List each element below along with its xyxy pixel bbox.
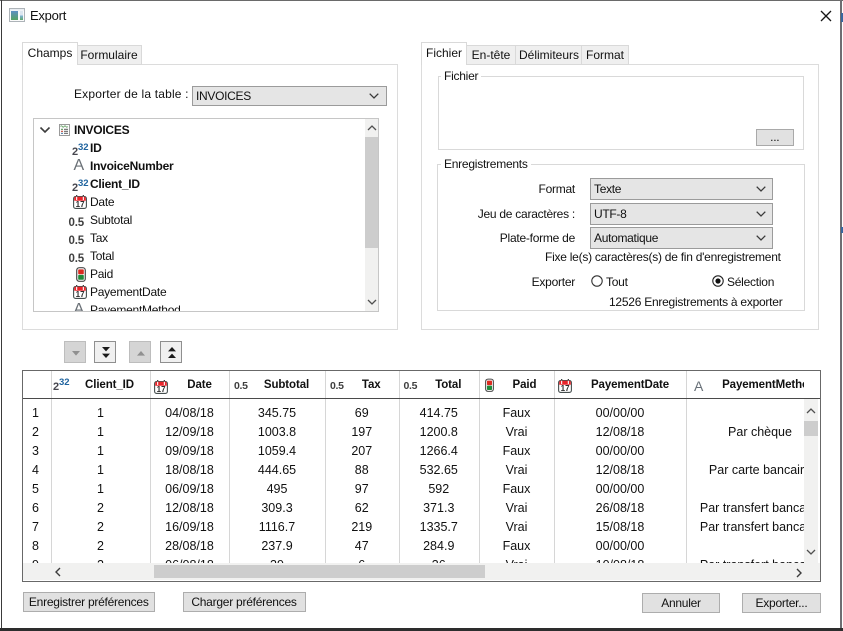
svg-text:17: 17 — [561, 384, 570, 393]
svg-text:17: 17 — [157, 385, 166, 394]
svg-text:17: 17 — [76, 290, 85, 299]
